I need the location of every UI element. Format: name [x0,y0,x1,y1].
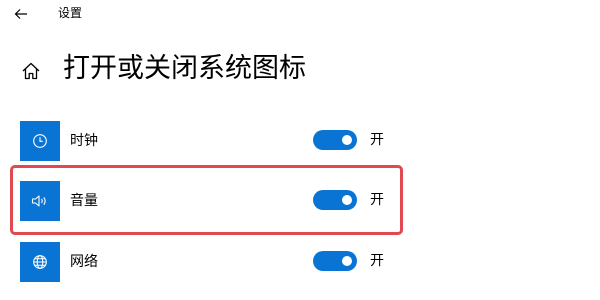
row-label: 音量 [70,193,98,209]
network-toggle-switch[interactable] [313,251,357,271]
volume-toggle-switch[interactable] [313,190,357,210]
toggle-knob [342,135,352,145]
speaker-icon-tile [20,181,60,221]
row-label: 网络 [70,254,98,270]
globe-icon [33,255,47,269]
page-title: 打开或关闭系统图标 [63,53,306,84]
toggle-state-label: 开 [370,132,384,148]
toggle-knob [342,256,352,266]
row-label: 时钟 [70,133,98,149]
toggle-knob [342,195,352,205]
system-icon-row-volume: 音量 开 [0,181,420,231]
system-icon-row-network: 网络 开 [0,242,420,292]
home-button[interactable] [20,60,42,82]
toggle-state-label: 开 [370,192,384,208]
clock-icon-tile [20,121,60,161]
title-bar: 设置 [0,0,600,30]
clock-toggle-switch[interactable] [313,130,357,150]
globe-icon-tile [20,242,60,282]
arrow-left-icon [14,9,27,19]
settings-window: 设置 打开或关闭系统图标 时钟 开 音量 开 网络 开 [0,0,600,300]
back-button[interactable] [8,2,34,26]
system-icon-row-clock: 时钟 开 [0,121,420,171]
app-title: 设置 [58,6,83,20]
home-icon [22,62,40,80]
toggle-state-label: 开 [370,253,384,269]
speaker-icon [31,195,46,207]
clock-icon [33,134,47,148]
